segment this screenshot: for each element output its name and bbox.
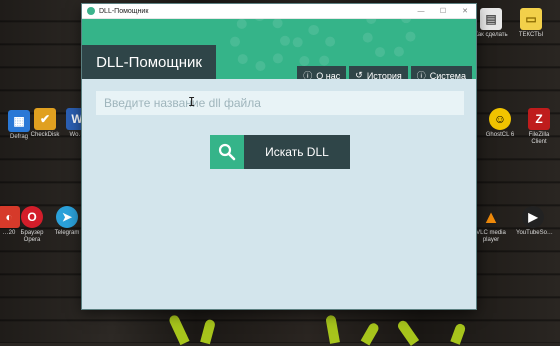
desktop-icon-howto[interactable]: ▤ Как сделать <box>474 8 508 39</box>
defrag-icon: ▦ <box>8 110 30 132</box>
vlc-icon: ▲ <box>482 206 500 227</box>
desktop-icon-label: Браузер Opera <box>20 230 44 243</box>
folder-icon: ▭ <box>520 8 542 30</box>
desktop-icon-texts[interactable]: ▭ ТЕКСТЫ <box>514 8 548 39</box>
app-window: DLL-Помощник — ☐ ✕ DLL-Помощник ⓘ О нас … <box>82 4 476 309</box>
desktop-icon-telegram[interactable]: ➤ Telegram <box>50 206 84 237</box>
desktop-icon-youtube[interactable]: ▶ YouTubeSo… <box>516 206 553 237</box>
window-title: DLL-Помощник <box>99 7 149 15</box>
desktop-icon-label: …20 <box>2 230 16 236</box>
ghost-icon: ☺ <box>489 108 511 130</box>
checkdisk-icon: ✔ <box>34 108 56 130</box>
desktop-icon-label: YouTubeSo… <box>516 230 553 236</box>
desktop-icon-filezilla[interactable]: Z FileZilla Client <box>522 108 556 146</box>
title-bar[interactable]: DLL-Помощник — ☐ ✕ <box>82 4 476 19</box>
desktop-icon-vlc[interactable]: ▲ VLC media player <box>474 206 508 244</box>
minimize-button[interactable]: — <box>410 4 432 18</box>
desktop-icon-label: CheckDisk <box>30 132 60 138</box>
nav-history-button[interactable]: ↺ История <box>349 66 408 80</box>
desktop-icon-label: VLC media player <box>476 230 506 243</box>
opera-icon: O <box>21 206 43 228</box>
desktop-icon-ghost[interactable]: ☺ GhostCL 6 <box>483 108 517 139</box>
desktop-icon-label: Как сделать <box>474 32 508 38</box>
document-icon: ▤ <box>480 8 502 30</box>
top-nav: ⓘ О нас ↺ История ⓘ Система <box>297 66 472 79</box>
history-icon: ↺ <box>355 70 363 79</box>
filezilla-icon: Z <box>528 108 550 130</box>
desktop-icon-label: GhostCL 6 <box>485 132 515 138</box>
gear-decoration-icon <box>230 19 290 71</box>
telegram-icon: ➤ <box>56 206 78 228</box>
app-brand: DLL-Помощник <box>82 45 216 79</box>
nav-system-button[interactable]: ⓘ Система <box>410 66 472 80</box>
desktop-icon-opera[interactable]: O Браузер Opera <box>15 206 49 244</box>
main-content: I Искать DLL <box>82 79 476 310</box>
gear-decoration-icon <box>292 25 336 69</box>
search-icon <box>210 135 244 169</box>
help-icon: ⓘ <box>303 71 313 79</box>
desktop-icon-label: Telegram <box>54 230 80 236</box>
text-cursor-icon: I <box>188 95 196 109</box>
nav-about-button[interactable]: ⓘ О нас <box>297 66 347 80</box>
youtube-icon: ▶ <box>522 206 544 228</box>
info-icon: ⓘ <box>416 71 426 79</box>
desktop-icon-label: Defrag <box>9 134 28 140</box>
search-button-label: Искать DLL <box>244 135 350 169</box>
desktop-icon-label: ТЕКСТЫ <box>518 32 544 38</box>
nav-label: Система <box>429 70 466 80</box>
nav-label: О нас <box>316 70 341 80</box>
nav-label: История <box>366 70 402 80</box>
close-button[interactable]: ✕ <box>454 4 476 18</box>
search-dll-button[interactable]: Искать DLL <box>210 135 350 169</box>
dll-search-input[interactable] <box>96 91 464 115</box>
app-logo-icon <box>87 7 95 15</box>
gear-decoration-icon <box>362 19 416 59</box>
maximize-button[interactable]: ☐ <box>432 4 454 18</box>
desktop-icon-label: FileZilla Client <box>528 132 550 145</box>
desktop-icon-checkdisk[interactable]: ✔ CheckDisk <box>28 108 62 139</box>
app-header: DLL-Помощник ⓘ О нас ↺ История ⓘ Система <box>82 19 476 79</box>
